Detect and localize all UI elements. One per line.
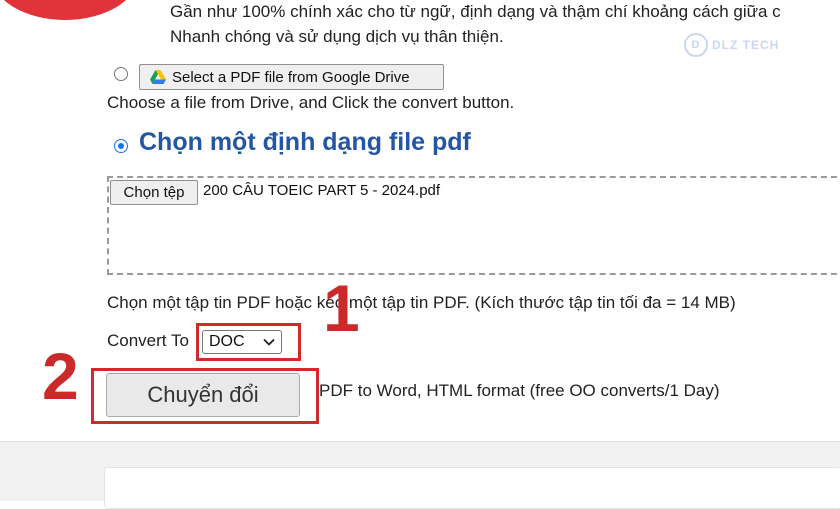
select-from-drive-button[interactable]: Select a PDF file from Google Drive bbox=[139, 64, 444, 90]
brand-logo-shape bbox=[0, 0, 140, 20]
drive-help-text: Choose a file from Drive, and Click the … bbox=[107, 93, 515, 112]
selected-file-name: 200 CÂU TOEIC PART 5 - 2024.pdf bbox=[203, 182, 441, 199]
step-1-marker: 1 bbox=[323, 271, 360, 345]
choose-file-button[interactable]: Chọn tệp bbox=[110, 180, 198, 205]
google-drive-icon bbox=[150, 70, 166, 84]
content-card bbox=[104, 467, 840, 509]
feature-text-accuracy: Gần như 100% chính xác cho từ ngữ, định … bbox=[170, 2, 781, 21]
upload-helper-text: Chọn một tập tin PDF hoặc kéo một tập ti… bbox=[107, 293, 736, 312]
local-file-radio[interactable] bbox=[114, 139, 128, 153]
highlight-format-select bbox=[196, 323, 301, 361]
watermark-text: DLZ TECH bbox=[712, 38, 780, 52]
watermark-logo: D DLZ TECH bbox=[684, 32, 796, 58]
feature-text-speed: Nhanh chóng và sử dụng dịch vụ thân thiệ… bbox=[170, 27, 504, 46]
drive-source-radio[interactable] bbox=[114, 67, 128, 81]
drive-button-label: Select a PDF file from Google Drive bbox=[172, 68, 410, 86]
watermark-mark: D bbox=[684, 33, 708, 57]
step-2-marker: 2 bbox=[42, 339, 79, 413]
highlight-convert-button bbox=[91, 368, 319, 424]
convert-to-label: Convert To bbox=[107, 331, 189, 350]
section-heading: Chọn một định dạng file pdf bbox=[139, 128, 471, 156]
convert-info-text: PDF to Word, HTML format (free OO conver… bbox=[319, 381, 720, 400]
